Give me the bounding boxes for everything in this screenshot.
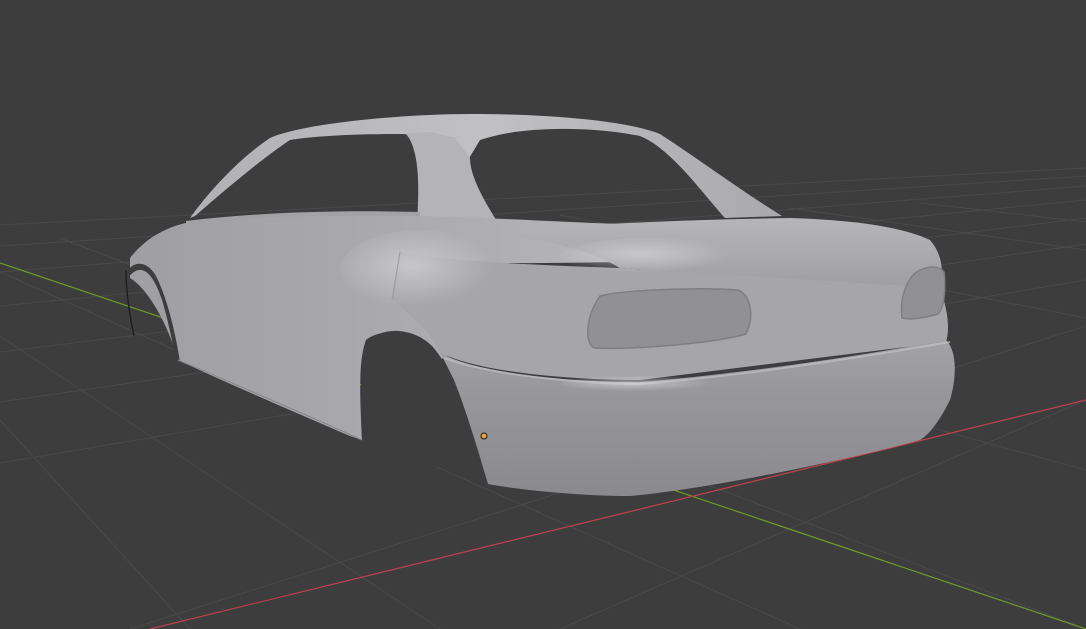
car-highlight-trunk bbox=[560, 238, 740, 274]
car-body-mesh[interactable] bbox=[125, 114, 955, 496]
3d-viewport[interactable] bbox=[0, 0, 1086, 629]
car-roof bbox=[190, 114, 782, 218]
car-highlight-side bbox=[340, 230, 500, 310]
car-front-edge-line bbox=[125, 269, 135, 337]
viewport-canvas[interactable] bbox=[0, 0, 1086, 629]
object-origin-marker[interactable] bbox=[480, 432, 488, 440]
car-highlight-bumper bbox=[560, 376, 720, 392]
